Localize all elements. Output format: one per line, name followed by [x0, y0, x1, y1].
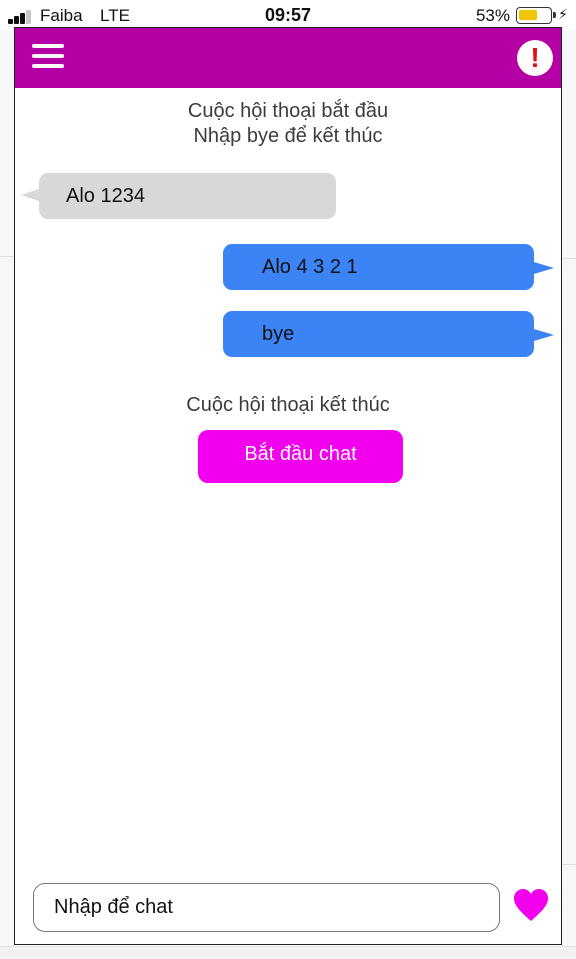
background-divider — [562, 864, 576, 865]
hamburger-menu-icon[interactable] — [32, 44, 66, 70]
charging-bolt-icon: ⚡ — [558, 6, 568, 22]
message-bubble-incoming: Alo 1234 — [21, 173, 336, 219]
bubble-tail — [534, 262, 554, 274]
page: Faiba LTE 09:57 53% ⚡ ! Cuộc hội thoại b… — [0, 0, 576, 959]
background-bottom-bar — [0, 946, 576, 959]
app-header: ! — [15, 28, 561, 88]
background-divider — [0, 256, 14, 257]
start-chat-button[interactable]: Bắt đầu chat — [198, 430, 403, 483]
battery-percent: 53% — [475, 6, 510, 25]
bubble-tail — [21, 189, 39, 201]
battery-icon — [516, 7, 556, 24]
heart-icon[interactable] — [513, 888, 549, 924]
message-bubble-outgoing: Alo 4 3 2 1 — [223, 244, 554, 290]
message-text: bye — [262, 323, 295, 345]
bubble-tail — [534, 329, 554, 341]
message-text: Alo 4 3 2 1 — [262, 256, 358, 278]
conversation-hint-text: Nhập bye để kết thúc — [193, 125, 383, 147]
message-bubble-outgoing: bye — [223, 311, 554, 357]
chat-input[interactable]: Nhập để chat — [33, 883, 500, 932]
conversation-end-text: Cuộc hội thoại kết thúc — [186, 394, 390, 416]
message-text: Alo 1234 — [66, 185, 145, 207]
background-divider — [562, 258, 576, 259]
conversation-start-text: Cuộc hội thoại bắt đầu — [187, 100, 389, 122]
chat-window: ! Cuộc hội thoại bắt đầu Nhập bye để kết… — [14, 27, 562, 945]
status-bar: Faiba LTE 09:57 53% ⚡ — [0, 0, 576, 30]
exclamation-icon[interactable]: ! — [517, 40, 553, 76]
